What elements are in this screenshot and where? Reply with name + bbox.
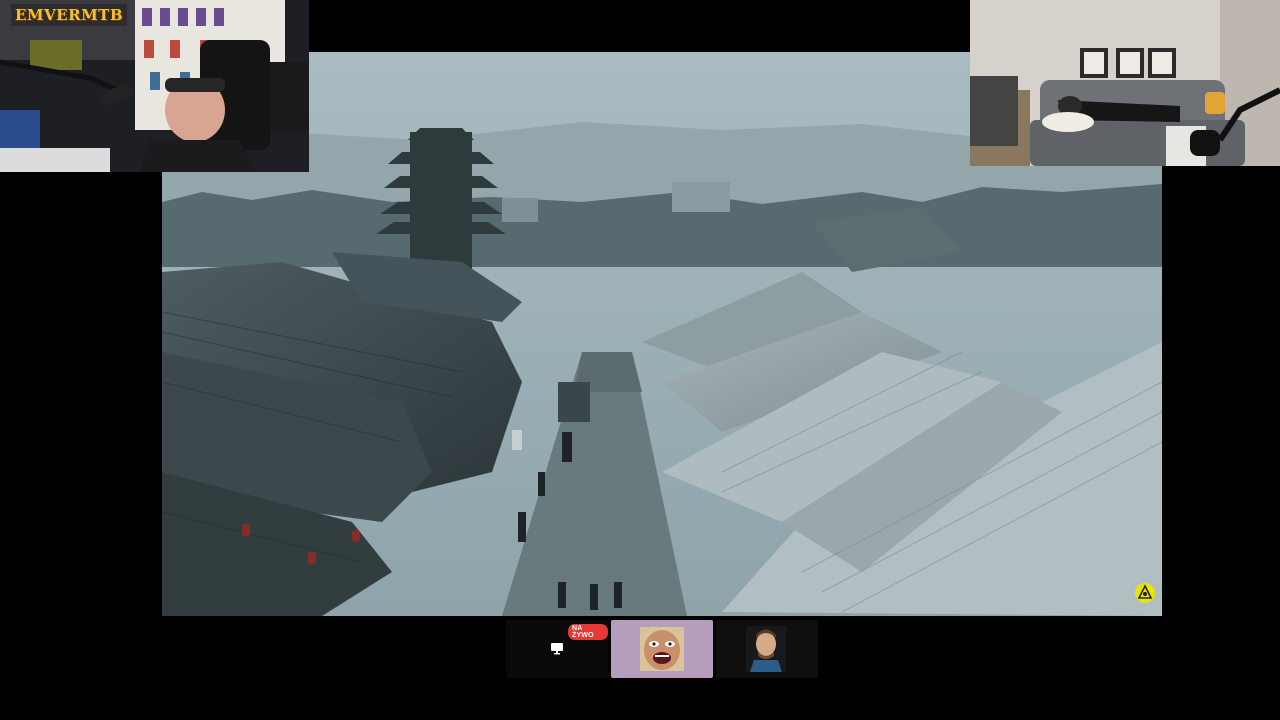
streamer-webcam: EMVERMTB — [0, 0, 309, 172]
monitor-icon — [551, 643, 563, 655]
participant-tile-meme-face[interactable] — [611, 620, 713, 678]
live-badge: NA ŻYWO — [568, 624, 608, 640]
participant-tile-screen-share[interactable]: NA ŻYWO — [506, 620, 608, 678]
guest-webcam — [970, 0, 1280, 166]
channel-logo: EMVERMTB — [11, 4, 128, 26]
stream-stage: EMVERMTB NA ŻYWO — [0, 0, 1280, 720]
avatar-person-icon — [746, 626, 786, 672]
avatar-face-icon — [640, 627, 684, 671]
channel-watermark-icon — [1135, 583, 1155, 603]
guest-webcam-frame — [970, 0, 1280, 166]
participant-tiles: NA ŻYWO — [506, 620, 818, 678]
participant-tile-person[interactable] — [716, 620, 818, 678]
